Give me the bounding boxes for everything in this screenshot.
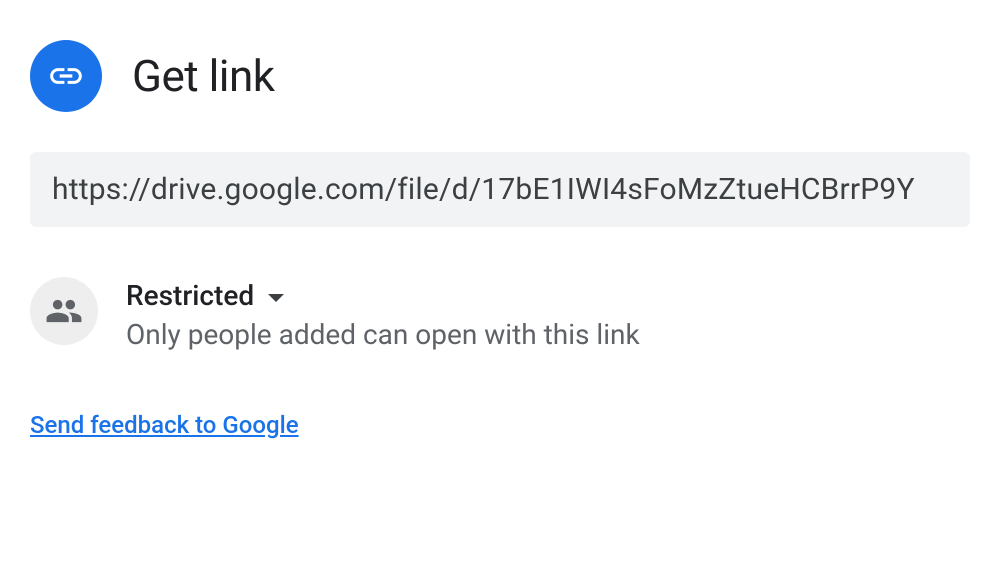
link-icon (30, 40, 102, 112)
chevron-down-icon (268, 294, 284, 302)
access-description: Only people added can open with this lin… (126, 318, 640, 351)
access-level-dropdown[interactable]: Restricted (126, 279, 640, 312)
send-feedback-link[interactable]: Send feedback to Google (30, 411, 299, 439)
access-row: Restricted Only people added can open wi… (30, 277, 970, 351)
dialog-title: Get link (132, 50, 275, 102)
dialog-header: Get link (30, 40, 970, 112)
access-level-label: Restricted (126, 279, 254, 312)
people-icon (30, 277, 98, 345)
share-url-field[interactable]: https://drive.google.com/file/d/17bE1IWI… (30, 152, 970, 227)
